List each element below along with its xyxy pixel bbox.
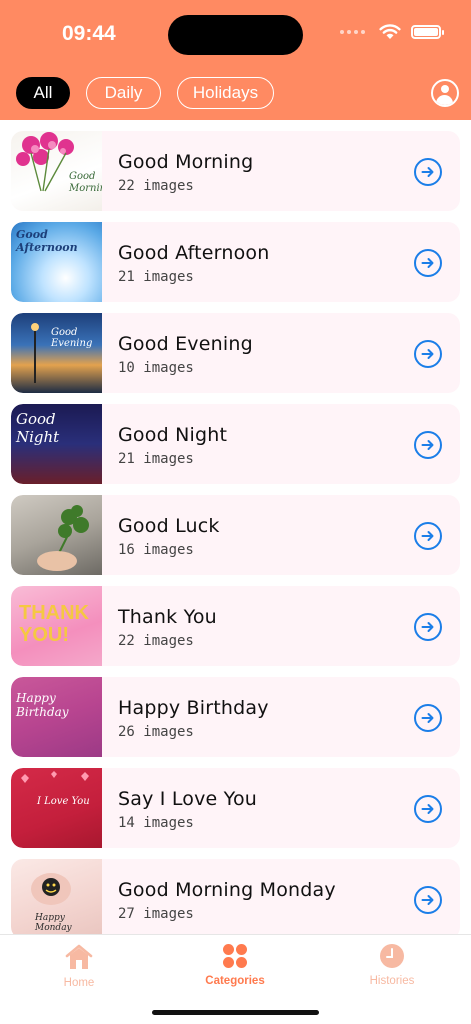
arrow-right-circle-icon[interactable] [414, 886, 442, 914]
category-card-good-night[interactable]: Good Night Good Night 21 images [11, 404, 460, 484]
category-count: 26 images [118, 724, 194, 740]
category-card-good-afternoon[interactable]: Good Afternoon Good Afternoon 21 images [11, 222, 460, 302]
header: 09:44 All Daily Holidays [0, 0, 471, 120]
arrow-right-circle-icon[interactable] [414, 613, 442, 641]
category-title: Good Luck [118, 515, 220, 537]
category-card-thank-you[interactable]: THANK YOU! Thank You 22 images [11, 586, 460, 666]
thumbnail-caption: Happy Birthday [16, 691, 69, 719]
wifi-icon [379, 24, 401, 39]
category-list: Good Morning Good Morning 22 images Good… [11, 131, 460, 950]
category-card-say-i-love-you[interactable]: I Love You Say I Love You 14 images [11, 768, 460, 848]
category-title: Good Night [118, 424, 228, 446]
thumbnail-caption: Good Morning [69, 171, 102, 194]
arrow-right-circle-icon[interactable] [414, 522, 442, 550]
arrow-right-circle-icon[interactable] [414, 340, 442, 368]
category-title: Good Morning [118, 151, 254, 173]
category-title: Good Evening [118, 333, 253, 355]
category-thumbnail: Good Evening [11, 313, 102, 393]
arrow-right-circle-icon[interactable] [414, 249, 442, 277]
category-thumbnail: Good Night [11, 404, 102, 484]
clock-icon [380, 944, 404, 968]
category-count: 14 images [118, 815, 194, 831]
category-title: Good Morning Monday [118, 879, 336, 901]
thumbnail-caption: Good Night [16, 410, 60, 446]
thumbnail-caption: Good Evening [51, 327, 93, 349]
arrow-right-circle-icon[interactable] [414, 795, 442, 823]
arrow-right-circle-icon[interactable] [414, 431, 442, 459]
category-count: 22 images [118, 178, 194, 194]
category-count: 21 images [118, 451, 194, 467]
thumbnail-caption: Good Afternoon [16, 228, 78, 254]
thumbnail-caption: Happy Monday [35, 913, 72, 933]
filter-chip-daily[interactable]: Daily [86, 77, 161, 109]
profile-icon[interactable] [431, 79, 459, 107]
thumbnail-caption: THANK YOU! [19, 602, 89, 646]
arrow-right-circle-icon[interactable] [414, 158, 442, 186]
category-count: 22 images [118, 633, 194, 649]
arrow-right-circle-icon[interactable] [414, 704, 442, 732]
category-title: Thank You [118, 606, 217, 628]
category-thumbnail: I Love You [11, 768, 102, 848]
category-title: Good Afternoon [118, 242, 270, 264]
status-time: 09:44 [62, 22, 116, 45]
category-card-good-morning-monday[interactable]: Happy Monday Good Morning Monday 27 imag… [11, 859, 460, 939]
category-card-good-luck[interactable]: Good Luck 16 images [11, 495, 460, 575]
category-card-happy-birthday[interactable]: Happy Birthday Happy Birthday 26 images [11, 677, 460, 757]
grid-circles-icon [223, 944, 247, 968]
category-title: Say I Love You [118, 788, 258, 810]
cellular-signal-icon [340, 30, 365, 34]
category-count: 27 images [118, 906, 194, 922]
dynamic-island [168, 15, 303, 55]
category-thumbnail: Happy Birthday [11, 677, 102, 757]
tab-home[interactable]: Home [29, 943, 129, 989]
category-thumbnail: Good Afternoon [11, 222, 102, 302]
category-count: 16 images [118, 542, 194, 558]
filter-chip-holidays[interactable]: Holidays [177, 77, 274, 109]
tab-categories[interactable]: Categories [185, 943, 285, 987]
category-card-good-morning[interactable]: Good Morning Good Morning 22 images [11, 131, 460, 211]
thumbnail-caption: I Love You [37, 796, 90, 807]
category-card-good-evening[interactable]: Good Evening Good Evening 10 images [11, 313, 460, 393]
filter-bar: All Daily Holidays [16, 77, 274, 109]
battery-icon [411, 25, 444, 39]
filter-chip-all[interactable]: All [16, 77, 70, 109]
category-thumbnail: Happy Monday [11, 859, 102, 939]
home-indicator [152, 1010, 319, 1015]
category-count: 10 images [118, 360, 194, 376]
tab-label: Categories [205, 975, 265, 987]
tab-histories[interactable]: Histories [342, 943, 442, 987]
tab-label: Histories [369, 975, 415, 987]
category-count: 21 images [118, 269, 194, 285]
category-thumbnail [11, 495, 102, 575]
category-thumbnail: THANK YOU! [11, 586, 102, 666]
category-thumbnail: Good Morning [11, 131, 102, 211]
house-icon [65, 944, 93, 969]
category-title: Happy Birthday [118, 697, 269, 719]
status-icons [340, 24, 444, 40]
tab-label: Home [63, 977, 95, 989]
